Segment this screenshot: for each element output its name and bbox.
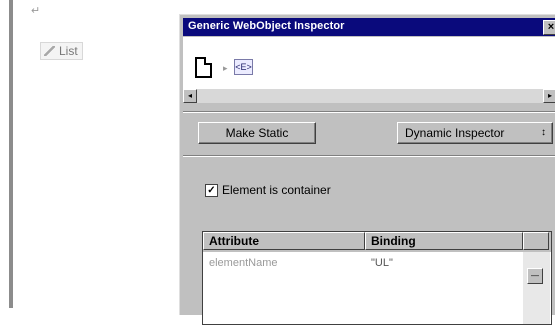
dynamic-inspector-label: Dynamic Inspector	[405, 126, 505, 140]
bindings-table: Attribute Binding elementName "UL" —	[202, 231, 552, 325]
column-header-binding[interactable]: Binding	[365, 232, 523, 250]
container-checkbox-label[interactable]: Element is container	[222, 183, 331, 197]
dynamic-inspector-select[interactable]: Dynamic Inspector ↕	[397, 122, 553, 144]
scroll-left-button[interactable]: ◂	[183, 89, 197, 103]
binding-cell[interactable]: "UL"	[371, 254, 393, 272]
table-row[interactable]: elementName "UL"	[203, 254, 523, 272]
paragraph-mark-icon: ↵	[31, 5, 41, 17]
divider	[183, 156, 555, 157]
editor-margin-rule	[9, 0, 13, 308]
element-path-bar: ▸ <E>	[183, 37, 555, 89]
divider	[183, 112, 555, 113]
document-icon[interactable]	[195, 57, 212, 78]
element-icon[interactable]: <E>	[234, 59, 253, 75]
scroll-right-button[interactable]: ▸	[543, 89, 555, 103]
table-corner	[523, 232, 549, 250]
checkbox-icon[interactable]: ✓	[205, 184, 218, 197]
path-separator: ▸	[223, 63, 228, 73]
column-header-attribute[interactable]: Attribute	[203, 232, 365, 250]
list-element-icon	[44, 46, 55, 56]
inspector-window: Generic WebObject Inspector × ▸ <E> ◂ ▸ …	[179, 14, 555, 325]
inspector-titlebar[interactable]: Generic WebObject Inspector ×	[183, 18, 555, 36]
table-header: Attribute Binding	[203, 232, 551, 252]
chevron-updown-icon: ↕	[541, 127, 546, 138]
list-element[interactable]: List	[40, 42, 83, 60]
inspector-title: Generic WebObject Inspector	[188, 20, 345, 32]
make-static-button[interactable]: Make Static	[198, 122, 316, 144]
table-scrollbar[interactable]: —	[523, 252, 550, 324]
scroll-thumb[interactable]: —	[527, 268, 543, 284]
list-element-label: List	[59, 44, 78, 58]
attribute-cell: elementName	[209, 257, 278, 269]
close-button[interactable]: ×	[543, 20, 555, 35]
path-scrollbar[interactable]: ◂ ▸	[183, 89, 555, 103]
close-icon: ×	[547, 21, 555, 33]
